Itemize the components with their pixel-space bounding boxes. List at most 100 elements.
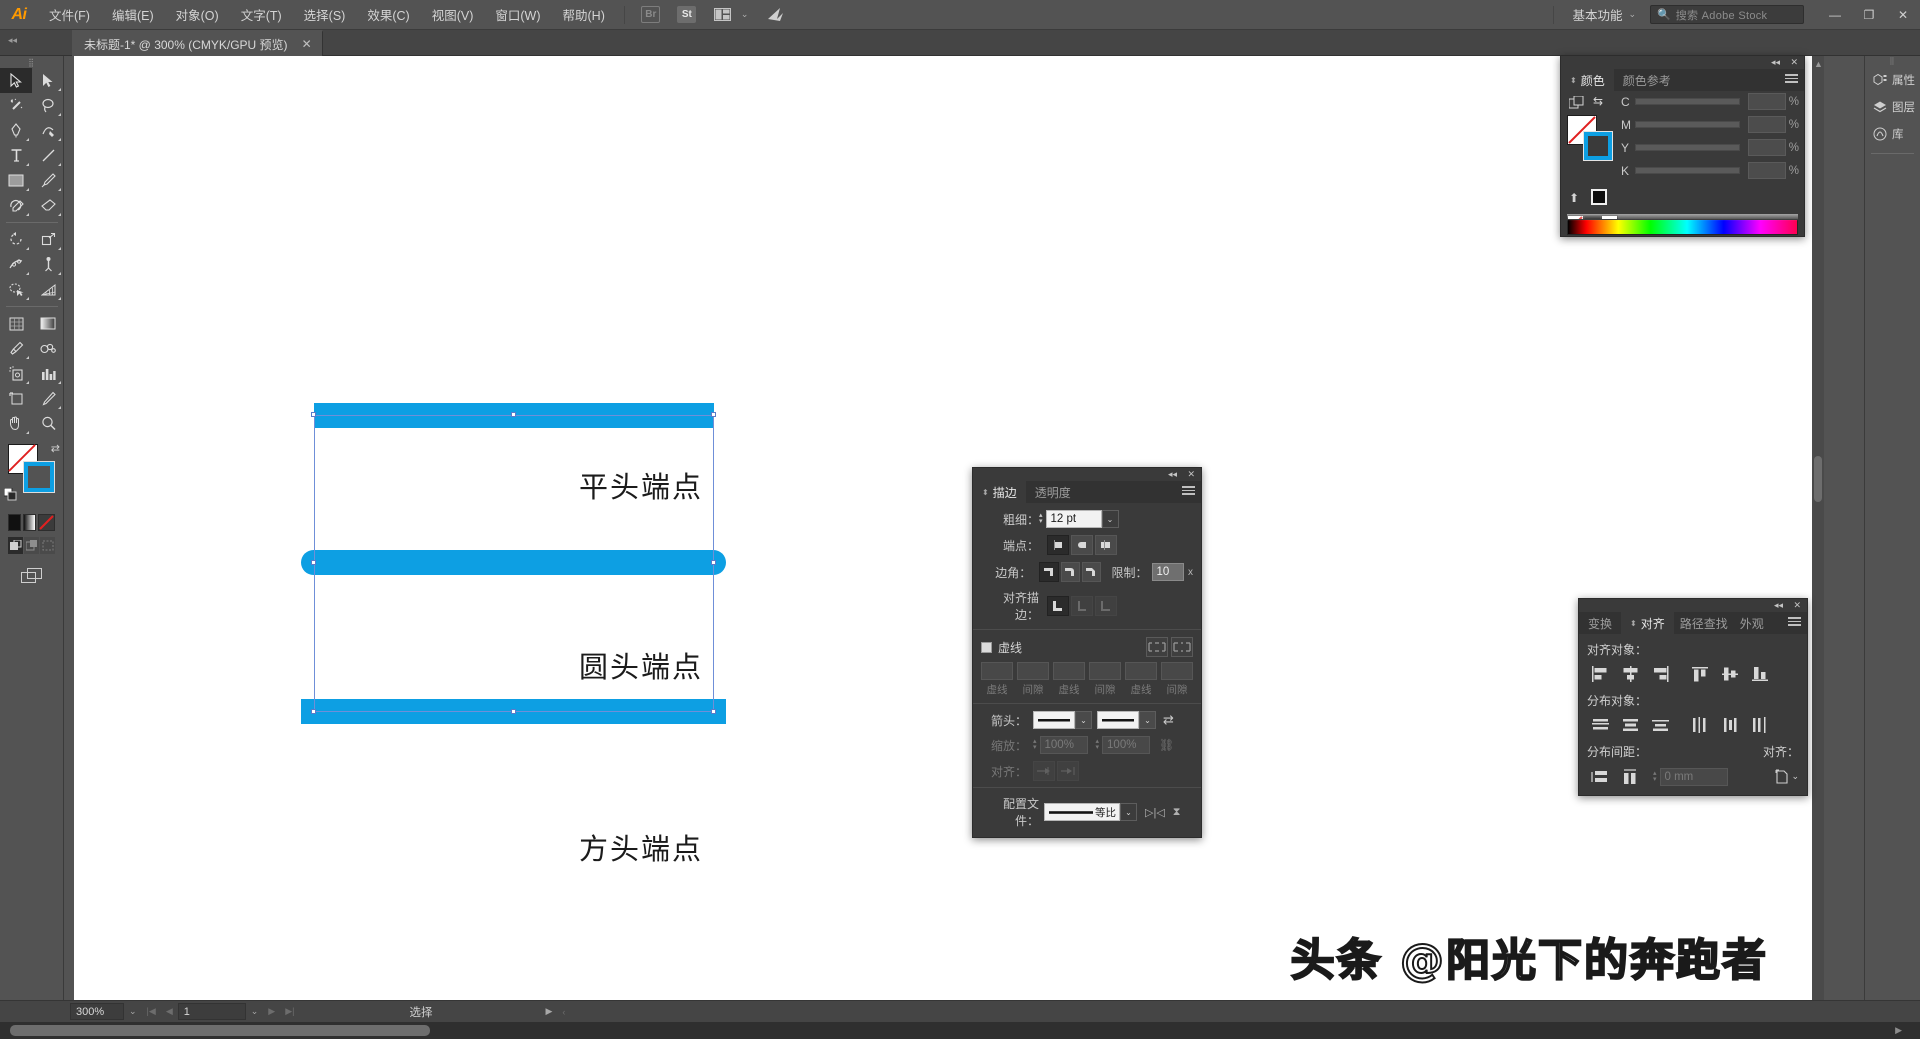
toolbar-drag-handle[interactable]: ⣿ xyxy=(0,56,63,68)
vertical-scroll-thumb[interactable] xyxy=(1814,456,1822,502)
horizontal-scroll-thumb[interactable] xyxy=(10,1025,430,1036)
menu-object[interactable]: 对象(O) xyxy=(165,1,230,28)
flat-cap-label[interactable]: 平头端点 xyxy=(579,464,703,506)
document-tab[interactable]: 未标题-1* @ 300% (CMYK/GPU 预览) ✕ xyxy=(72,30,323,56)
color-stroke-swatch[interactable] xyxy=(1584,132,1612,160)
dash-field-3[interactable] xyxy=(1125,662,1157,680)
align-to-control[interactable]: ⌄ xyxy=(1774,769,1799,785)
close-button[interactable]: ✕ xyxy=(1886,0,1920,30)
shaper-tool[interactable] xyxy=(0,193,32,218)
bevel-join-button[interactable] xyxy=(1082,562,1101,582)
channel-m-slider[interactable] xyxy=(1635,121,1740,128)
mesh-tool[interactable] xyxy=(0,311,32,336)
menu-edit[interactable]: 编辑(E) xyxy=(101,1,165,28)
artboard-dropdown-icon[interactable]: ⌄ xyxy=(246,1006,264,1017)
stroke-panel-collapse-icon[interactable]: ◂◂ xyxy=(1168,469,1177,480)
stock-icon[interactable]: St xyxy=(675,5,699,25)
first-artboard-icon[interactable]: |◀ xyxy=(142,1006,161,1017)
swap-fill-stroke-icon[interactable]: ⇄ xyxy=(51,442,60,455)
draw-behind-icon[interactable] xyxy=(24,537,39,554)
color-panel-close-icon[interactable]: ✕ xyxy=(1790,57,1798,68)
align-right-button[interactable] xyxy=(1647,663,1673,684)
arrange-documents-icon[interactable] xyxy=(711,5,735,25)
gap-field-3[interactable] xyxy=(1161,662,1193,680)
black-color-button[interactable] xyxy=(1591,189,1607,205)
distribute-vertical-center-button[interactable] xyxy=(1617,714,1643,735)
selection-anchor[interactable] xyxy=(311,412,316,417)
menu-help[interactable]: 帮助(H) xyxy=(552,1,616,28)
align-vertical-center-button[interactable] xyxy=(1717,663,1743,684)
free-transform-tool[interactable] xyxy=(32,252,64,277)
spectrum-gradient[interactable] xyxy=(1567,219,1798,235)
selection-anchor[interactable] xyxy=(511,412,516,417)
selection-anchor[interactable] xyxy=(711,709,716,714)
tab-stroke[interactable]: ⬍ 描边 xyxy=(973,481,1026,503)
vertical-distribute-space-button[interactable] xyxy=(1587,766,1613,787)
selection-anchor[interactable] xyxy=(511,709,516,714)
scroll-up-icon[interactable]: ▲ xyxy=(1814,59,1823,69)
draw-inside-icon[interactable] xyxy=(40,537,55,554)
round-join-button[interactable] xyxy=(1061,562,1080,582)
stroke-weight-stepper[interactable]: ▴▾ xyxy=(1039,513,1043,525)
distribute-right-button[interactable] xyxy=(1747,714,1773,735)
magic-wand-tool[interactable] xyxy=(0,93,32,118)
column-graph-tool[interactable] xyxy=(32,361,64,386)
selection-anchor[interactable] xyxy=(711,560,716,565)
color-panel[interactable]: ◂◂ ✕ ⬍ 颜色 颜色参考 ⇆ ⬆ xyxy=(1560,55,1805,237)
pen-tool[interactable] xyxy=(0,118,32,143)
align-panel[interactable]: ◂◂ ✕ 变换 ⬍ 对齐 路径查找 外观 对齐对象： xyxy=(1578,598,1808,796)
tab-transparency[interactable]: 透明度 xyxy=(1026,481,1080,503)
dashed-line-checkbox[interactable] xyxy=(981,642,992,653)
align-panel-collapse-icon[interactable]: ◂◂ xyxy=(1774,600,1783,611)
spacing-stepper[interactable]: ▴▾ xyxy=(1653,771,1657,783)
arrow-scale-end-stepper[interactable]: ▴▾ xyxy=(1096,739,1100,751)
rotate-tool[interactable] xyxy=(0,227,32,252)
distribute-top-button[interactable] xyxy=(1587,714,1613,735)
gap-field-2[interactable] xyxy=(1089,662,1121,680)
square-cap-label[interactable]: 方头端点 xyxy=(579,826,703,868)
spacing-input[interactable]: 0 mm xyxy=(1660,768,1728,786)
zoom-tool[interactable] xyxy=(32,411,64,436)
color-panel-collapse-icon[interactable]: ◂◂ xyxy=(1771,57,1780,68)
lasso-tool[interactable] xyxy=(32,93,64,118)
align-left-button[interactable] xyxy=(1587,663,1613,684)
swap-arrows-icon[interactable]: ⇄ xyxy=(1163,712,1174,728)
menu-window[interactable]: 窗口(W) xyxy=(484,1,551,28)
change-screen-mode-icon[interactable] xyxy=(19,566,45,586)
maximize-button[interactable]: ❐ xyxy=(1852,0,1886,30)
arrow-end-preview[interactable] xyxy=(1097,711,1139,729)
zoom-dropdown-icon[interactable]: ⌄ xyxy=(124,1006,142,1017)
align-top-button[interactable] xyxy=(1687,663,1713,684)
channel-k-slider[interactable] xyxy=(1635,167,1740,174)
stock-bird-icon[interactable] xyxy=(764,5,788,25)
search-input[interactable]: 🔍 搜索 Adobe Stock xyxy=(1650,5,1804,24)
round-cap-button[interactable] xyxy=(1071,535,1093,555)
stroke-swatch[interactable] xyxy=(24,462,54,492)
align-horizontal-center-button[interactable] xyxy=(1617,663,1643,684)
artboard[interactable]: 平头端点 圆头端点 方头端点 头条 @阳光下的奔跑者 xyxy=(74,56,1820,1008)
menu-type[interactable]: 文字(T) xyxy=(230,1,293,28)
channel-y-slider[interactable] xyxy=(1635,144,1740,151)
color-mode-black-icon[interactable] xyxy=(8,514,21,531)
tab-pathfinder[interactable]: 路径查找 xyxy=(1674,612,1734,634)
symbol-sprayer-tool[interactable] xyxy=(0,361,32,386)
projecting-cap-button[interactable] xyxy=(1095,535,1117,555)
next-artboard-icon[interactable]: ▶ xyxy=(263,1006,280,1017)
hand-tool[interactable] xyxy=(0,411,32,436)
eyedropper-tool[interactable] xyxy=(0,336,32,361)
profile-dropdown-icon[interactable]: ⌄ xyxy=(1120,803,1137,821)
artboard-tool[interactable] xyxy=(0,386,32,411)
dash-field-1[interactable] xyxy=(981,662,1013,680)
tab-align[interactable]: ⬍ 对齐 xyxy=(1621,612,1674,634)
selection-tool[interactable] xyxy=(0,68,32,93)
channel-k-input[interactable] xyxy=(1748,162,1786,179)
horizontal-scrollbar[interactable]: ▶ xyxy=(0,1022,1920,1039)
align-stroke-center-button[interactable] xyxy=(1047,596,1069,616)
miter-join-button[interactable] xyxy=(1039,562,1058,582)
status-collapse-icon[interactable]: ‹ xyxy=(557,1007,570,1017)
scale-tool[interactable] xyxy=(32,227,64,252)
round-cap-bar[interactable] xyxy=(301,550,726,575)
swap-colors-icon[interactable]: ⇆ xyxy=(1593,94,1603,108)
direct-selection-tool[interactable] xyxy=(32,68,64,93)
prev-artboard-icon[interactable]: ◀ xyxy=(161,1006,178,1017)
